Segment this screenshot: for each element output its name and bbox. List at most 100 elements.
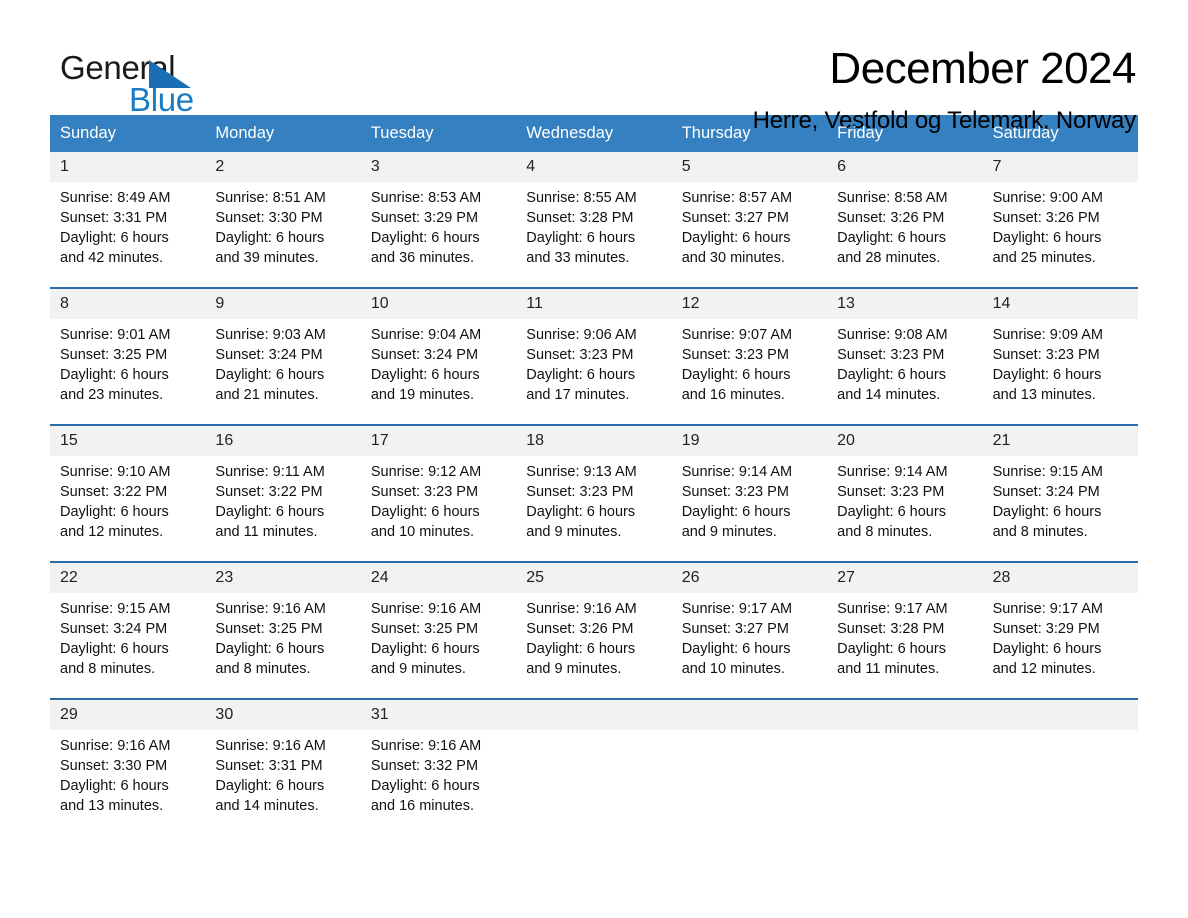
day-cell[interactable]: Sunrise: 9:15 AM Sunset: 3:24 PM Daylight:… (50, 593, 205, 698)
calendar-week-row: 1 2 3 4 5 6 7 Sunrise: 8:49 AM Sunset: 3:31 PM Da… (50, 152, 1138, 287)
day-number[interactable]: 29 (50, 700, 205, 730)
daylight-text: Daylight: 6 hours (526, 504, 636, 520)
day-cell[interactable]: Sunrise: 9:14 AM Sunset: 3:23 PM Daylight:… (827, 456, 982, 561)
daylight-text-cont: and 14 minutes. (215, 798, 319, 814)
day-number[interactable]: 6 (827, 152, 982, 182)
day-cell[interactable]: Sunrise: 8:49 AM Sunset: 3:31 PM Daylight:… (50, 182, 205, 287)
sunset-text: Sunset: 3:22 PM (215, 484, 323, 500)
day-number[interactable]: 21 (983, 426, 1138, 456)
day-cell[interactable]: Sunrise: 9:11 AM Sunset: 3:22 PM Daylight:… (205, 456, 360, 561)
day-cell[interactable]: Sunrise: 9:10 AM Sunset: 3:22 PM Daylight:… (50, 456, 205, 561)
day-number[interactable]: 30 (205, 700, 360, 730)
day-number[interactable]: 25 (516, 563, 671, 593)
general-blue-logo[interactable]: General Blue (50, 44, 250, 120)
day-cell[interactable]: Sunrise: 9:14 AM Sunset: 3:23 PM Daylight:… (672, 456, 827, 561)
day-number[interactable]: 20 (827, 426, 982, 456)
day-cell[interactable]: Sunrise: 9:13 AM Sunset: 3:23 PM Daylight:… (516, 456, 671, 561)
day-number[interactable]: 7 (983, 152, 1138, 182)
day-number[interactable]: 9 (205, 289, 360, 319)
day-cell[interactable]: Sunrise: 8:58 AM Sunset: 3:26 PM Daylight:… (827, 182, 982, 287)
sunset-text: Sunset: 3:26 PM (992, 210, 1100, 226)
day-cell[interactable]: Sunrise: 9:17 AM Sunset: 3:29 PM Daylight:… (983, 593, 1138, 698)
day-number[interactable]: 26 (672, 563, 827, 593)
day-number[interactable]: 24 (361, 563, 516, 593)
day-number[interactable]: 22 (50, 563, 205, 593)
sunrise-text: Sunrise: 9:13 AM (526, 464, 637, 480)
day-cell[interactable]: Sunrise: 9:16 AM Sunset: 3:26 PM Daylight:… (516, 593, 671, 698)
day-cell[interactable]: Sunrise: 8:51 AM Sunset: 3:30 PM Daylight:… (205, 182, 360, 287)
logo-text-blue: Blue (129, 81, 194, 118)
day-number[interactable]: 8 (50, 289, 205, 319)
day-number[interactable]: 18 (516, 426, 671, 456)
weekday-header-row: Sunday Monday Tuesday Wednesday Thursday… (50, 115, 1138, 152)
sunset-text: Sunset: 3:23 PM (526, 484, 634, 500)
week-detail-band: Sunrise: 9:01 AM Sunset: 3:25 PM Daylight:… (50, 319, 1138, 424)
day-cell[interactable]: Sunrise: 9:16 AM Sunset: 3:30 PM Daylight:… (50, 730, 205, 835)
day-number[interactable]: 11 (516, 289, 671, 319)
day-number[interactable]: 14 (983, 289, 1138, 319)
day-number[interactable]: 2 (205, 152, 360, 182)
day-number[interactable]: 23 (205, 563, 360, 593)
day-cell[interactable]: Sunrise: 9:07 AM Sunset: 3:23 PM Daylight:… (672, 319, 827, 424)
day-cell[interactable]: Sunrise: 9:12 AM Sunset: 3:23 PM Daylight:… (361, 456, 516, 561)
day-number[interactable]: 27 (827, 563, 982, 593)
sunset-text: Sunset: 3:24 PM (370, 347, 479, 363)
daylight-text-cont: and 42 minutes. (60, 250, 164, 266)
day-number[interactable]: 12 (672, 289, 827, 319)
sunrise-text: Sunrise: 9:16 AM (370, 601, 482, 617)
sunrise-text: Sunrise: 9:16 AM (215, 601, 326, 617)
day-cell[interactable]: Sunrise: 9:17 AM Sunset: 3:27 PM Daylight:… (672, 593, 827, 698)
day-number[interactable]: 15 (50, 426, 205, 456)
day-cell[interactable]: Sunrise: 9:06 AM Sunset: 3:23 PM Daylight:… (516, 319, 671, 424)
week-daynumber-band: 29 30 31 (50, 700, 1138, 730)
calendar-week-row: 15 16 17 18 19 20 21 Sunrise: 9:10 AM Sunset: 3:… (50, 424, 1138, 561)
sunrise-text: Sunrise: 9:14 AM (681, 464, 793, 480)
day-number[interactable]: 28 (983, 563, 1138, 593)
daylight-text-cont: and 33 minutes. (526, 250, 630, 266)
daylight-text-cont: and 8 minutes. (215, 661, 311, 677)
sunrise-text: Sunrise: 9:14 AM (837, 464, 948, 480)
weekday-header-monday: Monday (215, 124, 275, 142)
sunset-text: Sunset: 3:28 PM (837, 621, 945, 637)
day-cell[interactable]: Sunrise: 8:57 AM Sunset: 3:27 PM Daylight:… (672, 182, 827, 287)
day-cell[interactable]: Sunrise: 9:04 AM Sunset: 3:24 PM Daylight:… (361, 319, 516, 424)
weekday-header-saturday: Saturday (992, 124, 1059, 142)
day-cell[interactable]: Sunrise: 9:17 AM Sunset: 3:28 PM Daylight:… (827, 593, 982, 698)
day-cell[interactable]: Sunrise: 9:16 AM Sunset: 3:25 PM Daylight:… (361, 593, 516, 698)
day-number[interactable]: 3 (361, 152, 516, 182)
day-number[interactable]: 19 (672, 426, 827, 456)
day-cell[interactable]: Sunrise: 9:08 AM Sunset: 3:23 PM Daylight:… (827, 319, 982, 424)
daylight-text-cont: and 17 minutes. (526, 387, 630, 403)
day-cell[interactable]: Sunrise: 9:01 AM Sunset: 3:25 PM Daylight:… (50, 319, 205, 424)
weekday-header-tuesday: Tuesday (370, 124, 434, 142)
day-cell[interactable]: Sunrise: 9:16 AM Sunset: 3:25 PM Daylight:… (205, 593, 360, 698)
sunrise-text: Sunrise: 9:03 AM (215, 327, 326, 343)
sunset-text: Sunset: 3:23 PM (837, 347, 945, 363)
daylight-text: Daylight: 6 hours (992, 504, 1102, 520)
day-cell[interactable]: Sunrise: 9:09 AM Sunset: 3:23 PM Daylight:… (983, 319, 1138, 424)
day-cell[interactable]: Sunrise: 9:16 AM Sunset: 3:32 PM Daylight:… (361, 730, 516, 835)
day-number[interactable]: 10 (361, 289, 516, 319)
day-number[interactable]: 17 (361, 426, 516, 456)
day-cell[interactable]: Sunrise: 9:15 AM Sunset: 3:24 PM Daylight:… (983, 456, 1138, 561)
day-cell[interactable]: Sunrise: 8:55 AM Sunset: 3:28 PM Daylight:… (516, 182, 671, 287)
day-cell[interactable]: Sunrise: 9:16 AM Sunset: 3:31 PM Daylight:… (205, 730, 360, 835)
sunrise-text: Sunrise: 9:10 AM (60, 464, 171, 480)
day-number[interactable]: 5 (672, 152, 827, 182)
day-cell[interactable]: Sunrise: 8:53 AM Sunset: 3:29 PM Daylight:… (361, 182, 516, 287)
day-cell[interactable]: Sunrise: 9:03 AM Sunset: 3:24 PM Daylight:… (205, 319, 360, 424)
sunrise-text: Sunrise: 9:16 AM (370, 738, 482, 754)
day-number[interactable]: 16 (205, 426, 360, 456)
day-number[interactable]: 13 (827, 289, 982, 319)
day-number[interactable]: 4 (516, 152, 671, 182)
sunset-text: Sunset: 3:25 PM (60, 347, 168, 363)
daylight-text: Daylight: 6 hours (370, 367, 480, 383)
day-number[interactable]: 1 (50, 152, 205, 182)
day-cell-empty (516, 730, 671, 835)
day-number[interactable]: 31 (361, 700, 516, 730)
sunset-text: Sunset: 3:25 PM (370, 621, 479, 637)
daylight-text: Daylight: 6 hours (60, 230, 169, 246)
daylight-text-cont: and 11 minutes. (215, 524, 318, 540)
sunset-text: Sunset: 3:23 PM (681, 484, 789, 500)
day-cell[interactable]: Sunrise: 9:00 AM Sunset: 3:26 PM Daylight:… (983, 182, 1138, 287)
